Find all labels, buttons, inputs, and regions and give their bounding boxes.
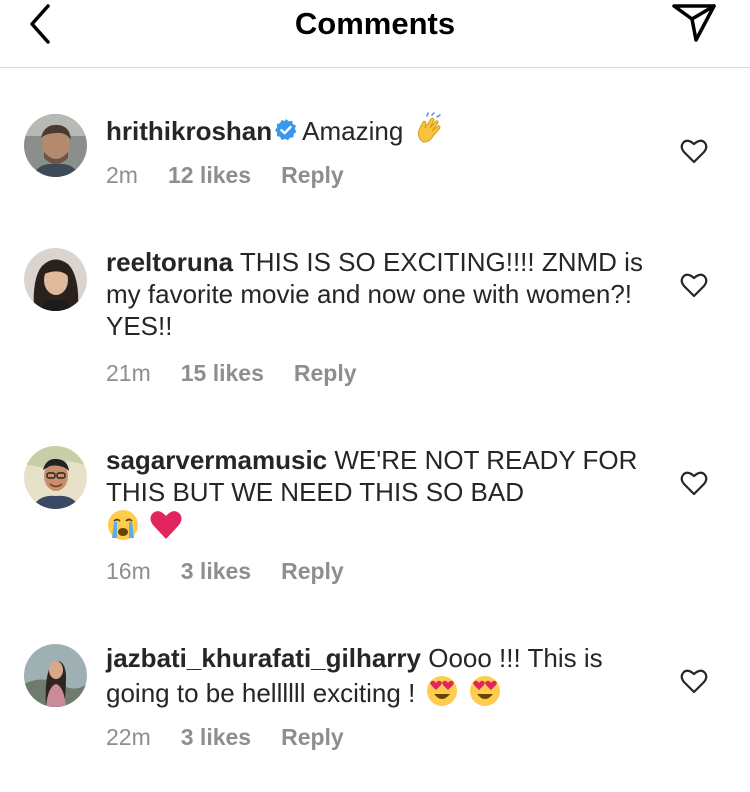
reply-button[interactable]: Reply [294, 360, 357, 387]
comment-username[interactable]: hrithikroshan [106, 116, 272, 146]
comment-time: 2m [106, 162, 138, 188]
heart-eyes-emoji [468, 674, 502, 715]
comment-likes[interactable]: 15 likes [181, 360, 264, 387]
comment-text: Amazing [302, 116, 404, 146]
heart-outline-icon [680, 669, 708, 694]
avatar[interactable] [24, 446, 87, 509]
share-button[interactable] [670, 0, 720, 46]
comment-meta: 21m 15 likes Reply [106, 360, 357, 387]
comment-meta: 2m 12 likes Reply [106, 162, 344, 189]
avatar[interactable] [24, 644, 87, 707]
comment-body: sagarvermamusic WE'RE NOT READY FOR THIS… [106, 444, 666, 549]
comment-likes[interactable]: 3 likes [181, 724, 251, 751]
comment-username[interactable]: reeltoruna [106, 247, 233, 277]
heart-outline-icon [680, 273, 708, 298]
comment-likes[interactable]: 3 likes [181, 558, 251, 585]
comment-body: reeltoruna THIS IS SO EXCITING!!!! ZNMD … [106, 246, 666, 342]
heart-outline-icon [680, 139, 708, 164]
clapping-hands-emoji [413, 112, 447, 153]
avatar[interactable] [24, 248, 87, 311]
like-button[interactable] [680, 138, 708, 164]
avatar[interactable] [24, 114, 87, 177]
comment-username[interactable]: sagarvermamusic [106, 445, 327, 475]
reply-button[interactable]: Reply [281, 724, 344, 751]
comment-likes[interactable]: 12 likes [168, 162, 251, 189]
like-button[interactable] [680, 470, 708, 496]
red-heart-emoji [149, 508, 183, 549]
comment-time: 21m [106, 360, 151, 386]
heart-eyes-emoji [425, 674, 459, 715]
comment-time: 16m [106, 558, 151, 584]
comment-meta: 16m 3 likes Reply [106, 558, 344, 585]
like-button[interactable] [680, 668, 708, 694]
reply-button[interactable]: Reply [281, 558, 344, 585]
header-bar: Comments [0, 0, 750, 68]
verified-badge-icon [274, 117, 298, 149]
comment-time: 22m [106, 724, 151, 750]
page-title: Comments [294, 6, 456, 41]
comment-username[interactable]: jazbati_khurafati_gilharry [106, 643, 421, 673]
loudly-crying-face-emoji [106, 508, 140, 549]
like-button[interactable] [680, 272, 708, 298]
comment-meta: 22m 3 likes Reply [106, 724, 344, 751]
reply-button[interactable]: Reply [281, 162, 344, 189]
comment-body: jazbati_khurafati_gilharry Oooo !!! This… [106, 642, 666, 715]
comment-body: hrithikroshan Amazing [106, 112, 666, 153]
paper-plane-icon [672, 4, 716, 42]
heart-outline-icon [680, 471, 708, 496]
